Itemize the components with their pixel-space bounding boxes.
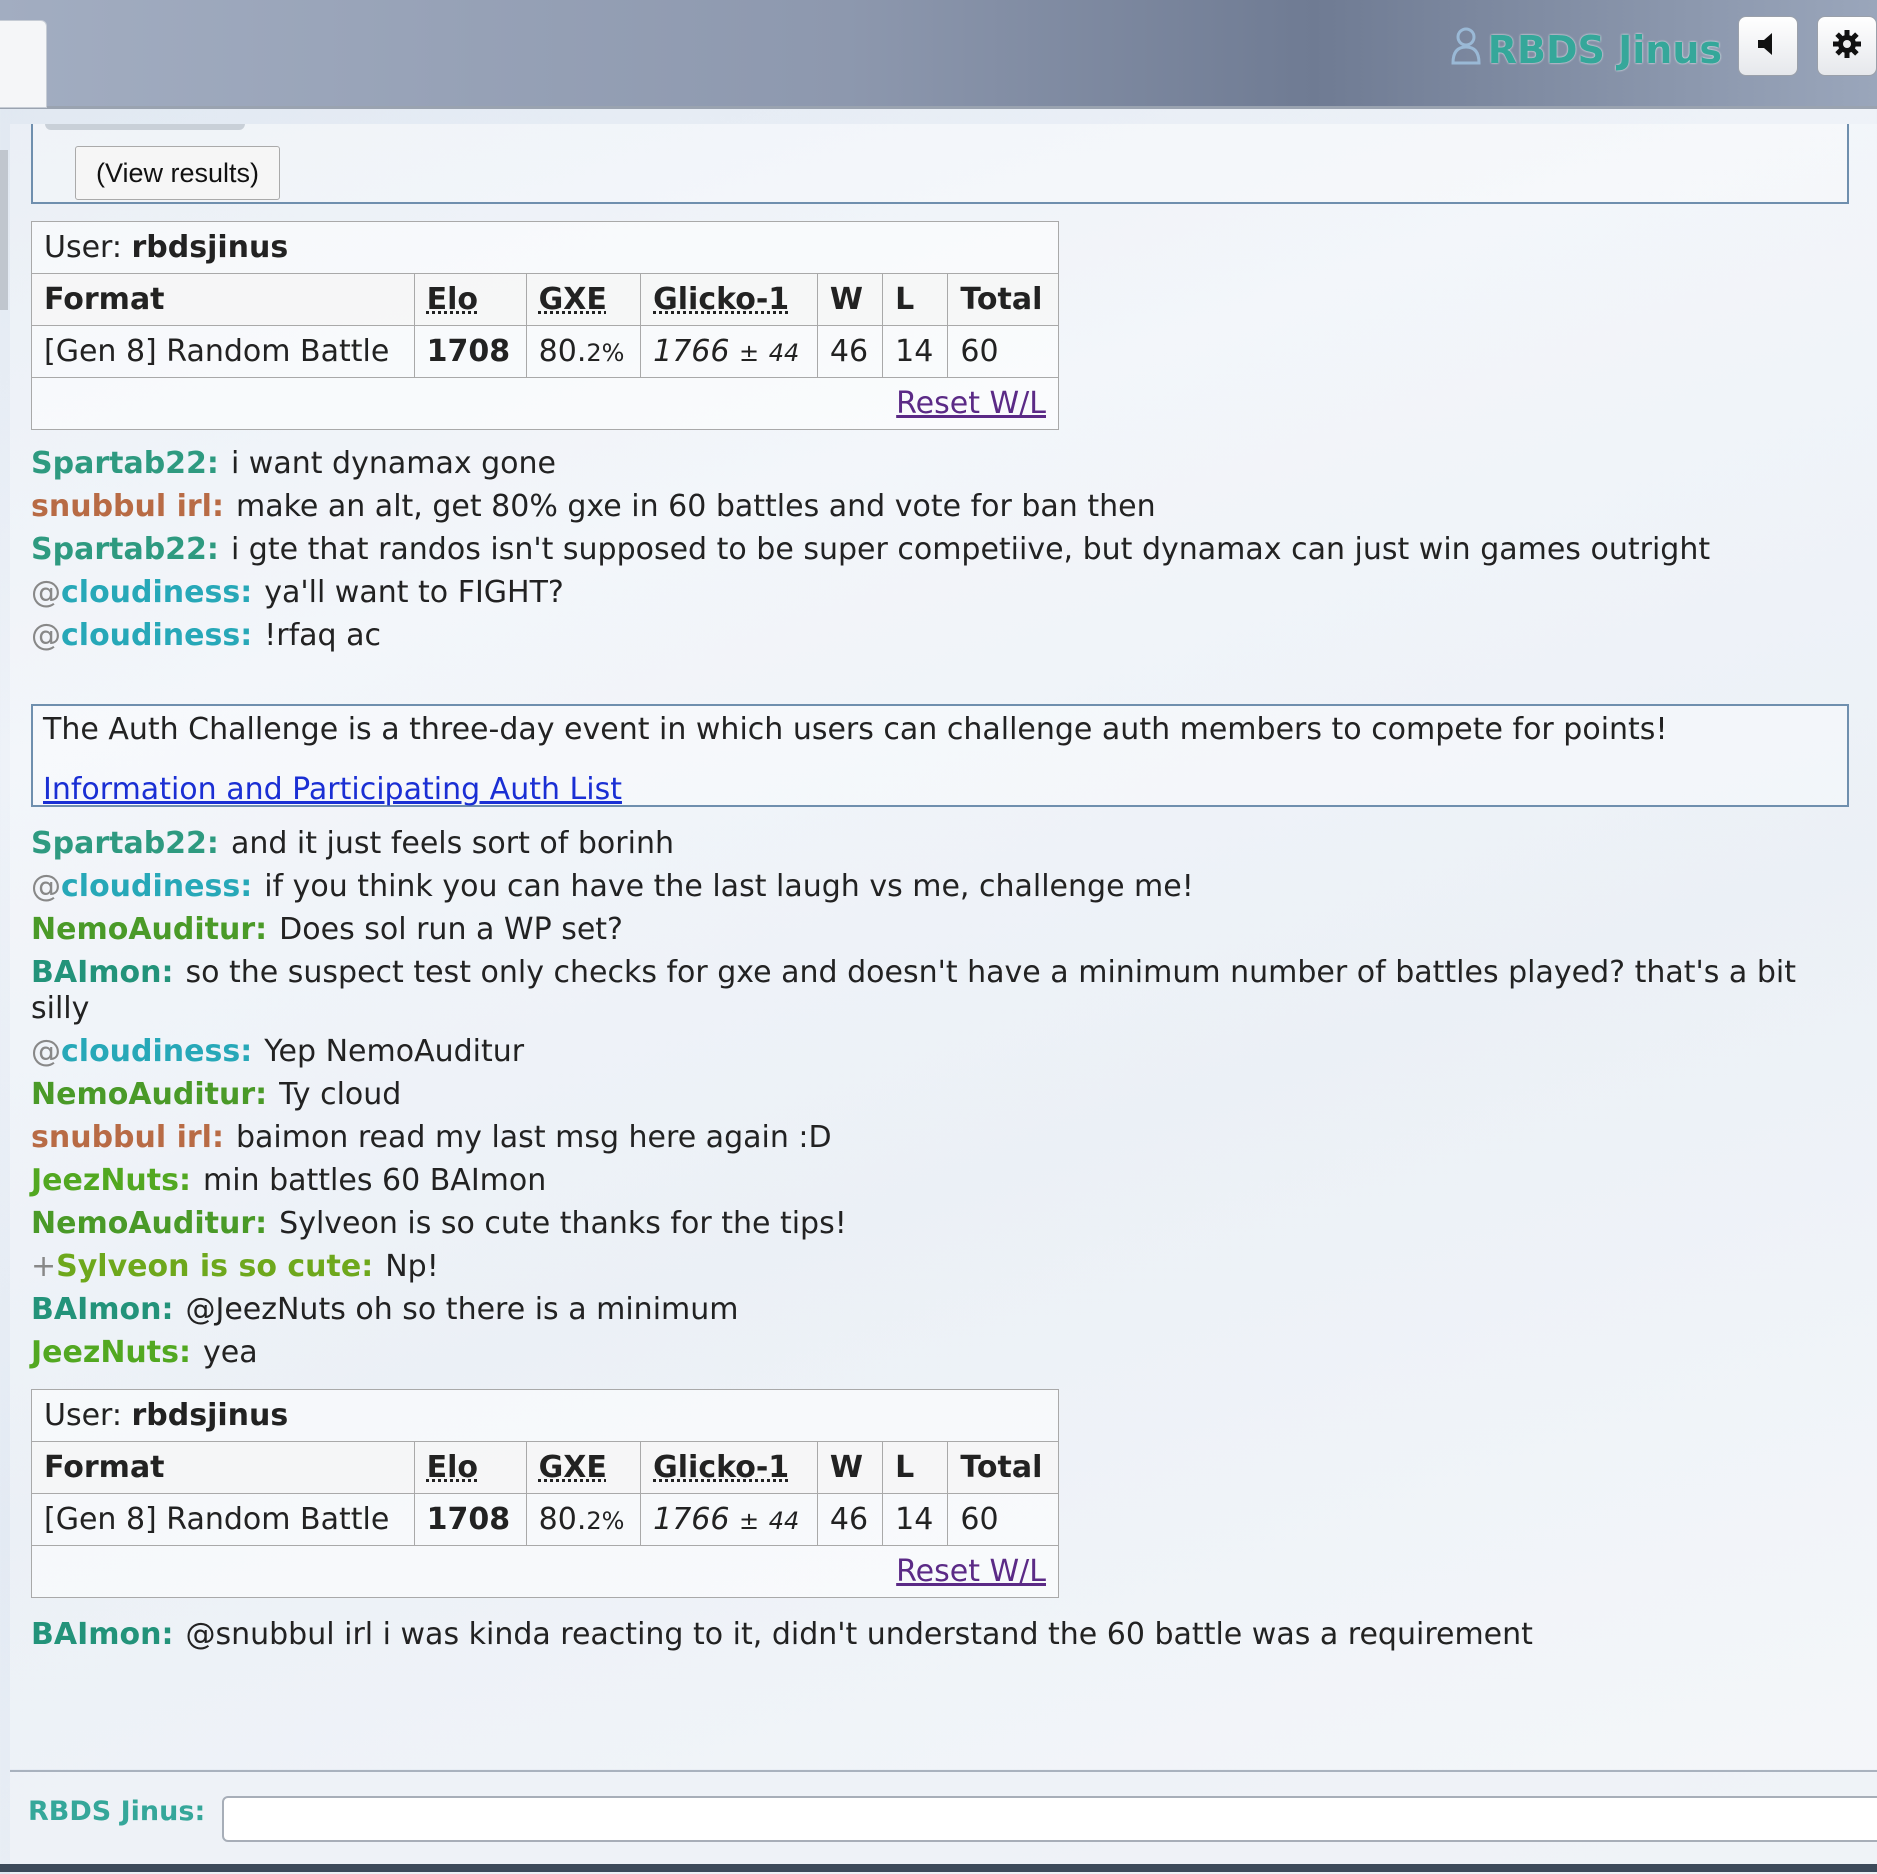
chat-message: BAImon: so the suspect test only checks f… [31,955,1796,1026]
user-icon [1450,27,1482,74]
col-total: Total [947,1441,1059,1494]
rank-table: User: rbdsjinus Format Elo GXE Glicko-1 … [31,221,1059,430]
chat-message: NemoAuditur: Sylveon is so cute thanks fo… [31,1206,847,1241]
reset-wl-link[interactable]: Reset W/L [896,386,1046,421]
chat-message: Spartab22: i want dynamax gone [31,446,557,481]
chat-message: NemoAuditur: Ty cloud [31,1077,402,1112]
col-glicko: Glicko-1 [640,273,818,326]
chat-message: @cloudiness: Yep NemoAuditur [31,1034,525,1069]
col-l: L [882,1441,949,1494]
chat-message: @cloudiness: !rfaq ac [31,618,381,653]
col-w: W [816,1441,884,1494]
top-header: RBDS Jinus [0,0,1877,109]
speaker-icon [1752,28,1784,64]
col-w: W [816,273,884,326]
chat-message: snubbul irl: baimon read my last msg here… [31,1120,832,1155]
table-row: [Gen 8] Random Battle 1708 80.2% 1766 ± … [31,1493,1059,1546]
poll-box: (View results) [31,124,1849,204]
table-row: [Gen 8] Random Battle 1708 80.2% 1766 ± … [31,325,1059,378]
col-elo: Elo [413,1441,527,1494]
col-l: L [882,273,949,326]
chat-message: NemoAuditur: Does sol run a WP set? [31,912,623,947]
chat-message: @cloudiness: if you think you can have th… [31,869,1194,904]
chat-input-bar: RBDS Jinus: [10,1770,1877,1874]
room-tab-stub[interactable] [0,20,47,108]
col-format: Format [31,1441,415,1494]
chat-message: JeezNuts: min battles 60 BAImon [31,1163,547,1198]
rank-user-cell: User: rbdsjinus [31,1389,1059,1442]
header-username[interactable]: RBDS Jinus [1450,22,1722,78]
chat-message: snubbul irl: make an alt, get 80% gxe in … [31,489,1156,524]
gear-icon [1831,28,1863,64]
input-username-label: RBDS Jinus: [28,1796,206,1827]
chat-message: Spartab22: and it just feels sort of bori… [31,826,674,861]
rank-user-cell: User: rbdsjinus [31,221,1059,274]
chat-message: BAImon: @snubbul irl i was kinda reacting… [31,1617,1533,1652]
chat-input[interactable] [222,1796,1877,1842]
rank-table: User: rbdsjinus Format Elo GXE Glicko-1 … [31,1389,1059,1598]
header-username-text: RBDS Jinus [1487,28,1722,72]
chat-message: +Sylveon is so cute: Np! [31,1249,439,1284]
auth-list-link[interactable]: Information and Participating Auth List [43,772,1837,808]
reset-wl-link[interactable]: Reset W/L [896,1554,1046,1589]
sound-button[interactable] [1738,16,1798,76]
col-total: Total [947,273,1059,326]
chat-message: BAImon: @JeezNuts oh so there is a minimu… [31,1292,739,1327]
col-glicko: Glicko-1 [640,1441,818,1494]
chat-message: Spartab22: i gte that randos isn't suppos… [31,532,1711,567]
chat-message: @cloudiness: ya'll want to FIGHT? [31,575,564,610]
settings-button[interactable] [1817,16,1877,76]
col-gxe: GXE [525,273,642,326]
col-gxe: GXE [525,1441,642,1494]
bottom-edge [0,1864,1877,1872]
left-scrollbar[interactable] [0,150,8,310]
chat-log[interactable]: (View results) User: rbdsjinus Format El… [10,124,1877,1769]
col-elo: Elo [413,273,527,326]
chat-message: JeezNuts: yea [31,1335,258,1370]
poll-bar [45,124,245,130]
auth-challenge-infobox: The Auth Challenge is a three-day event … [31,704,1849,807]
col-format: Format [31,273,415,326]
view-results-button[interactable]: (View results) [75,146,281,200]
